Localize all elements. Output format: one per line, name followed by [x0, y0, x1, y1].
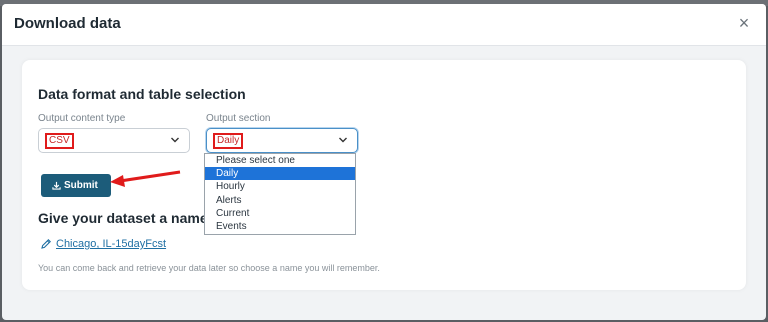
dataset-name-link[interactable]: Chicago, IL-15dayFcst [40, 238, 166, 250]
dropdown-option-events[interactable]: Events [205, 220, 355, 233]
dialog-header: Download data × [2, 4, 766, 46]
chevron-down-icon [339, 137, 347, 143]
chevron-down-icon [171, 137, 179, 143]
dropdown-option-current[interactable]: Current [205, 207, 355, 220]
submit-label: Submit [64, 180, 98, 191]
output-section-select[interactable]: Daily [206, 128, 358, 153]
dataset-name-title: Give your dataset a name [38, 210, 208, 226]
download-icon [52, 181, 61, 190]
content-type-value: CSV [45, 133, 74, 149]
format-section-title: Data format and table selection [38, 86, 246, 102]
output-section-dropdown[interactable]: Please select one Daily Hourly Alerts Cu… [204, 153, 356, 235]
submit-button[interactable]: Submit [41, 174, 111, 197]
output-section-value: Daily [213, 133, 244, 149]
download-data-dialog: Download data × Data format and table se… [2, 4, 766, 320]
content-type-label: Output content type [38, 113, 126, 124]
close-icon[interactable]: × [736, 14, 752, 32]
annotation-arrow-icon [110, 170, 181, 187]
dropdown-option-alerts[interactable]: Alerts [205, 194, 355, 207]
dialog-title: Download data [14, 15, 121, 32]
pencil-icon [41, 239, 51, 249]
dataset-name-text: Chicago, IL-15dayFcst [56, 238, 167, 251]
dataset-name-hint: You can come back and retrieve your data… [38, 263, 380, 273]
content-type-select[interactable]: CSV [38, 128, 190, 153]
dropdown-option-please-select[interactable]: Please select one [205, 154, 355, 167]
download-form-card: Data format and table selection Output c… [22, 60, 746, 290]
dropdown-option-hourly[interactable]: Hourly [205, 180, 355, 193]
output-section-label: Output section [206, 113, 271, 124]
dropdown-option-daily[interactable]: Daily [205, 167, 355, 180]
